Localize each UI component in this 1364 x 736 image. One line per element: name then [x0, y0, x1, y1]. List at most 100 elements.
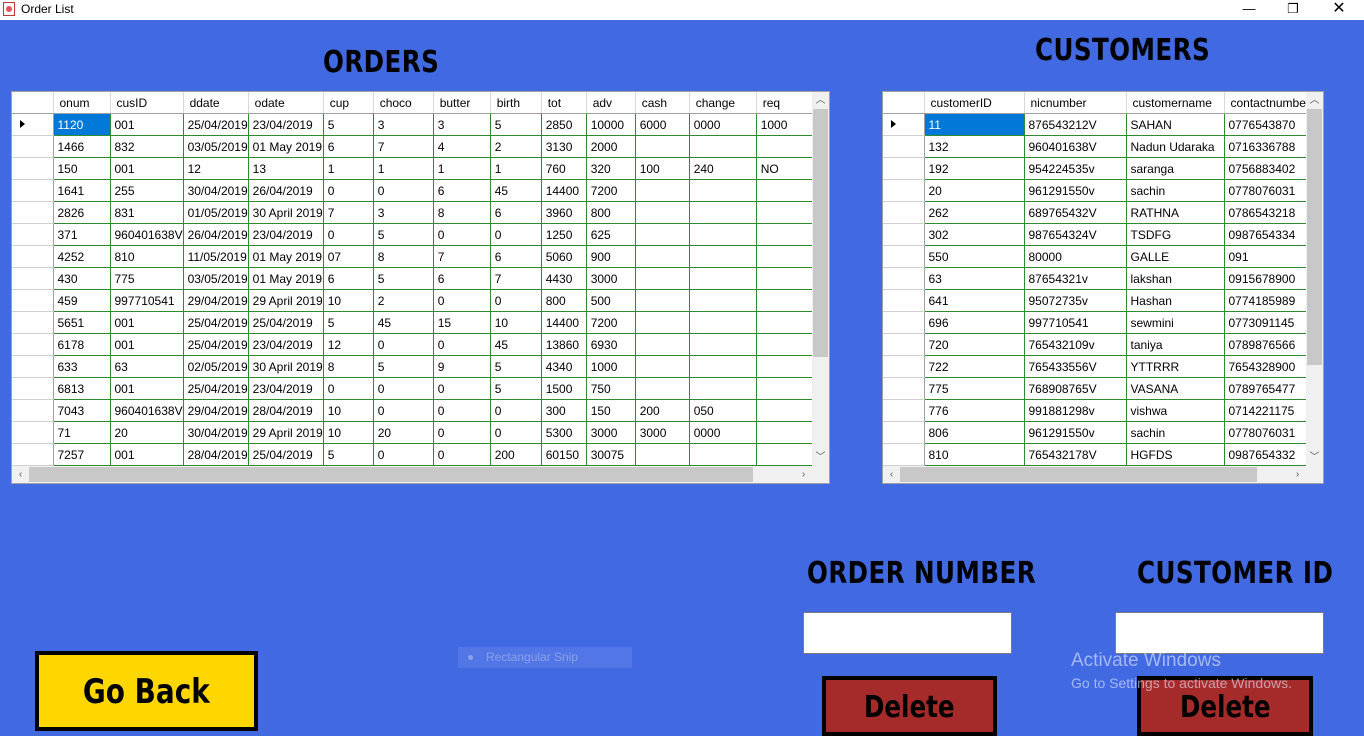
- table-row[interactable]: 4252 810 11/05/2019 01 May 2019 07 8 7 6 5060 900: [12, 245, 814, 268]
- table-row[interactable]: 302 987654324V TSDFG 0987654334: [883, 223, 1321, 246]
- table-row[interactable]: 150 001 12 13 1 1 1 1 760 320 100 240 NO: [12, 157, 814, 180]
- table-cell[interactable]: 0: [373, 333, 434, 356]
- table-cell[interactable]: 10: [323, 421, 374, 444]
- table-cell[interactable]: 5: [490, 377, 542, 400]
- table-row[interactable]: 722 765433556V YTTRRR 7654328900: [883, 355, 1321, 378]
- table-cell[interactable]: [689, 223, 757, 246]
- table-cell[interactable]: 765432178V: [1024, 443, 1127, 466]
- table-cell[interactable]: 760: [541, 157, 587, 180]
- table-cell[interactable]: 71: [53, 421, 111, 444]
- table-cell[interactable]: 02/05/2019: [183, 355, 249, 378]
- table-cell[interactable]: 23/04/2019: [248, 377, 324, 400]
- table-cell[interactable]: 961291550v: [1024, 179, 1127, 202]
- table-cell[interactable]: 07: [323, 245, 374, 268]
- row-header[interactable]: [12, 289, 54, 312]
- table-cell[interactable]: 01 May 2019: [248, 135, 324, 158]
- table-cell[interactable]: [756, 223, 814, 246]
- table-row[interactable]: 11 876543212V SAHAN 0776543870: [883, 113, 1321, 136]
- table-cell[interactable]: [635, 443, 690, 466]
- customers-horizontal-scroll-thumb[interactable]: [900, 467, 1257, 482]
- table-cell[interactable]: 960401638V: [110, 399, 184, 422]
- table-cell[interactable]: GALLE: [1126, 245, 1225, 268]
- orders-vertical-scrollbar[interactable]: ︿ ﹀: [812, 92, 829, 466]
- scroll-right-icon[interactable]: ›: [1289, 466, 1306, 483]
- row-header[interactable]: [883, 201, 925, 224]
- table-cell[interactable]: 0: [433, 223, 491, 246]
- table-row[interactable]: 5651 001 25/04/2019 25/04/2019 5 45 15 10 14400 7…: [12, 311, 814, 334]
- table-cell[interactable]: 25/04/2019: [248, 443, 324, 466]
- orders-grid[interactable]: onum cusID ddate odate cup choco butter birth to…: [11, 91, 830, 484]
- table-cell[interactable]: 633: [53, 355, 111, 378]
- table-row[interactable]: 1641 255 30/04/2019 26/04/2019 0 0 6 45 14400 720…: [12, 179, 814, 202]
- table-cell[interactable]: 01/05/2019: [183, 201, 249, 224]
- column-header-birth[interactable]: birth: [490, 92, 542, 114]
- table-cell[interactable]: 0: [433, 377, 491, 400]
- customer-id-input[interactable]: [1115, 612, 1324, 654]
- table-cell[interactable]: 63: [110, 355, 184, 378]
- table-cell[interactable]: [635, 267, 690, 290]
- table-cell[interactable]: 960401638V: [1024, 135, 1127, 158]
- table-cell[interactable]: 28/04/2019: [248, 399, 324, 422]
- table-cell[interactable]: 03/05/2019: [183, 135, 249, 158]
- table-cell[interactable]: 1250: [541, 223, 587, 246]
- table-cell[interactable]: 25/04/2019: [183, 113, 249, 136]
- table-cell[interactable]: 6930: [586, 333, 636, 356]
- table-cell[interactable]: [689, 135, 757, 158]
- table-cell[interactable]: 5: [490, 355, 542, 378]
- table-cell[interactable]: 001: [110, 311, 184, 334]
- table-cell[interactable]: 6: [323, 135, 374, 158]
- column-header-choco[interactable]: choco: [373, 92, 434, 114]
- table-cell[interactable]: 6000: [635, 113, 690, 136]
- table-cell[interactable]: 14400: [541, 311, 587, 334]
- table-cell[interactable]: 60150: [541, 443, 587, 466]
- table-row[interactable]: 371 960401638V 26/04/2019 23/04/2019 0 5 0 0 125…: [12, 223, 814, 246]
- table-cell[interactable]: 5: [323, 113, 374, 136]
- table-cell[interactable]: 4252: [53, 245, 111, 268]
- scroll-up-icon[interactable]: ︿: [812, 92, 829, 109]
- table-row[interactable]: 7043 960401638V 29/04/2019 28/04/2019 10 0 0 0 3…: [12, 399, 814, 422]
- column-header-ddate[interactable]: ddate: [183, 92, 249, 114]
- table-row[interactable]: 71 20 30/04/2019 29 April 2019 10 20 0 0 5300 300…: [12, 421, 814, 444]
- orders-vertical-scroll-thumb[interactable]: [813, 109, 828, 357]
- orders-horizontal-scrollbar[interactable]: ‹ ›: [12, 466, 812, 483]
- table-cell[interactable]: NO: [756, 157, 814, 180]
- table-cell[interactable]: 10: [323, 399, 374, 422]
- table-cell[interactable]: 2: [373, 289, 434, 312]
- table-cell[interactable]: 775: [924, 377, 1025, 400]
- customers-grid[interactable]: customerID nicnumber customername contactnu…: [882, 91, 1324, 484]
- table-cell[interactable]: [756, 421, 814, 444]
- table-cell[interactable]: 6: [433, 267, 491, 290]
- table-cell[interactable]: 30 April 2019: [248, 201, 324, 224]
- row-header[interactable]: [12, 157, 54, 180]
- table-cell[interactable]: 0: [373, 399, 434, 422]
- table-cell[interactable]: saranga: [1126, 157, 1225, 180]
- table-cell[interactable]: [689, 333, 757, 356]
- table-cell[interactable]: 45: [490, 179, 542, 202]
- table-cell[interactable]: 001: [110, 113, 184, 136]
- table-row[interactable]: 776 991881298v vishwa 0714221175: [883, 399, 1321, 422]
- row-header[interactable]: [12, 201, 54, 224]
- table-cell[interactable]: 3000: [635, 421, 690, 444]
- column-header-tot[interactable]: tot: [541, 92, 587, 114]
- table-cell[interactable]: 4430: [541, 267, 587, 290]
- table-cell[interactable]: 5: [373, 267, 434, 290]
- table-cell[interactable]: 991881298v: [1024, 399, 1127, 422]
- table-cell[interactable]: taniya: [1126, 333, 1225, 356]
- column-header-odate[interactable]: odate: [248, 92, 324, 114]
- table-cell[interactable]: 5: [323, 311, 374, 334]
- table-cell[interactable]: [756, 333, 814, 356]
- table-cell[interactable]: 765432109v: [1024, 333, 1127, 356]
- column-header-cusid[interactable]: cusID: [110, 92, 184, 114]
- table-cell[interactable]: 5: [323, 443, 374, 466]
- table-cell[interactable]: 12: [183, 157, 249, 180]
- table-cell[interactable]: 0000: [689, 421, 757, 444]
- table-cell[interactable]: 1: [490, 157, 542, 180]
- table-cell[interactable]: 750: [586, 377, 636, 400]
- row-header[interactable]: [883, 443, 925, 466]
- orders-horizontal-scroll-thumb[interactable]: [29, 467, 753, 482]
- table-cell[interactable]: 001: [110, 157, 184, 180]
- table-cell[interactable]: [756, 135, 814, 158]
- table-cell[interactable]: 5060: [541, 245, 587, 268]
- table-cell[interactable]: 7: [373, 135, 434, 158]
- scroll-right-icon[interactable]: ›: [795, 466, 812, 483]
